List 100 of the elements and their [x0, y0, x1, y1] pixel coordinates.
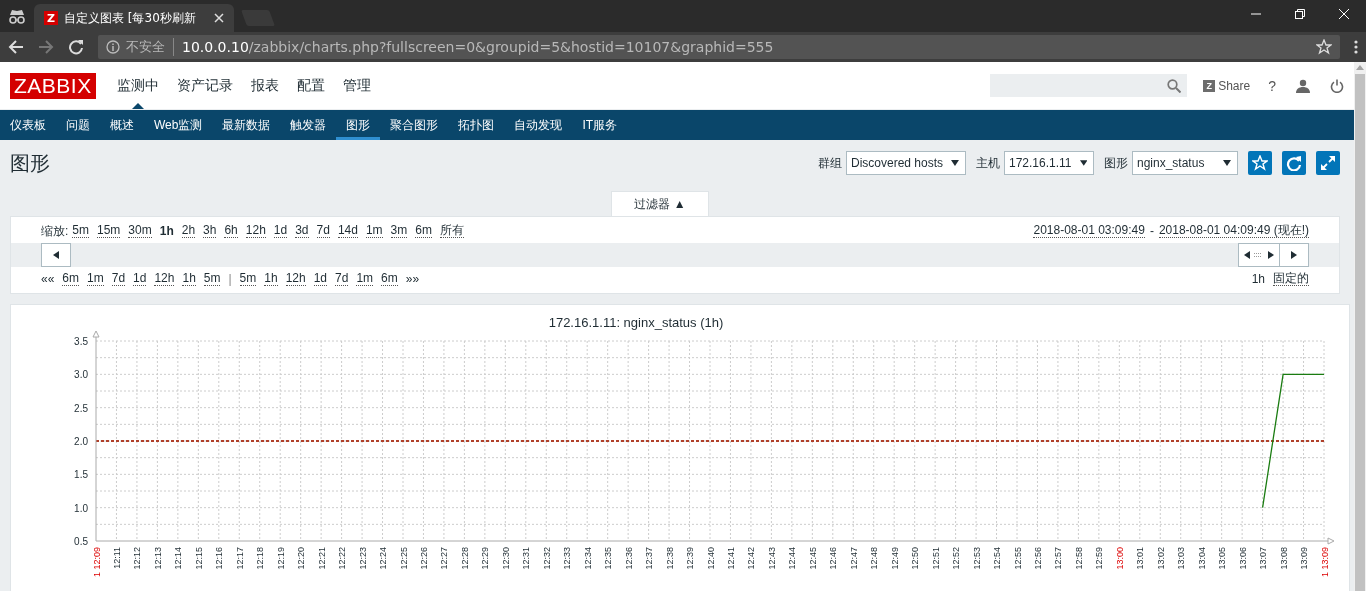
nav-tab[interactable]: 概述 [100, 110, 144, 140]
back-link[interactable]: 1d [133, 272, 147, 286]
x-tick-label: 12:56 [1033, 547, 1043, 570]
share-link[interactable]: Z Share [1203, 78, 1251, 93]
zoom-link[interactable]: 1m [365, 224, 383, 238]
forward-link[interactable]: 1d [313, 272, 328, 286]
fixed-link[interactable]: 固定的 [1273, 272, 1309, 286]
browser-tab[interactable]: Z 自定义图表 [每30秒刷新 [34, 4, 234, 32]
scroll-left-button[interactable] [41, 243, 71, 267]
zoom-link[interactable]: 1h [159, 224, 174, 238]
date-from-link[interactable]: 2018-08-01 03:09:49 [1033, 224, 1145, 238]
menu-item[interactable]: 资产记录 [167, 62, 242, 109]
favourite-icon [1252, 155, 1268, 171]
power-icon[interactable] [1330, 78, 1344, 93]
select-field[interactable]: 172.16.1.11 [1004, 151, 1094, 175]
x-tick-label: 12:28 [459, 547, 470, 570]
refresh-button[interactable] [1282, 151, 1306, 175]
back-link[interactable]: 1h [182, 272, 196, 286]
zoom-link[interactable]: 5m [72, 224, 89, 238]
user-icon[interactable] [1296, 78, 1310, 93]
zoom-link[interactable]: 2h [181, 224, 196, 238]
timeline-scrollbar[interactable] [11, 243, 1339, 267]
select-field[interactable]: Discovered hosts [846, 151, 966, 175]
nav-tab[interactable]: 聚合图形 [380, 110, 449, 140]
search-icon[interactable] [1167, 78, 1182, 93]
nav-tab[interactable]: 最新数据 [212, 110, 281, 140]
nav-tab[interactable]: Web监测 [144, 110, 213, 140]
nav-tab[interactable]: 自动发现 [504, 110, 573, 140]
zoom-link[interactable]: 3h [203, 224, 217, 238]
menu-item[interactable]: 配置 [287, 62, 334, 109]
forward-link[interactable]: 7d [335, 272, 349, 286]
filter-label: 主机 [976, 154, 1000, 172]
menu-item[interactable]: 管理 [333, 62, 380, 109]
forward-link[interactable]: 1h [264, 272, 278, 286]
x-tick-label: 12:37 [644, 547, 655, 570]
select-field[interactable]: nginx_status [1132, 151, 1238, 175]
forward-link[interactable]: 6m [381, 272, 398, 286]
nav-tab[interactable]: 触发器 [280, 110, 337, 140]
x-tick-label: 12:57 [1053, 547, 1064, 570]
x-tick-label: 12:25 [398, 547, 409, 570]
zoom-link[interactable]: 14d [337, 224, 358, 238]
y-tick-label: 1.0 [74, 502, 88, 514]
zoom-link[interactable]: 所有 [439, 224, 464, 238]
back-link[interactable]: 1m [87, 272, 104, 286]
menu-item[interactable]: 监测中 [107, 62, 168, 109]
scrollbar-thumb[interactable] [1355, 74, 1365, 591]
separator-label: | [228, 272, 232, 286]
range-separator: - [1149, 224, 1154, 238]
address-bar[interactable]: 不安全 10.0.0.10/zabbix/charts.php?fullscreen=0&groupid=5&hostid=10107&graphid=555 [98, 35, 1340, 59]
fullscreen-icon [1320, 155, 1336, 171]
zabbix-logo[interactable]: ZABBIX [10, 72, 96, 99]
forward-link[interactable]: 1m [356, 272, 374, 286]
forward-icon[interactable] [38, 39, 54, 55]
x-tick-label: 12:24 [378, 547, 388, 570]
filter-tab[interactable]: 过滤器 ▲ [611, 191, 709, 217]
nav-tab[interactable]: IT服务 [572, 110, 628, 140]
scroll-handle[interactable] [1238, 243, 1280, 267]
zoom-link[interactable]: 30m [128, 224, 152, 238]
zoom-link[interactable]: 12h [245, 224, 266, 238]
forward-link[interactable]: 12h [285, 272, 306, 286]
info-icon[interactable] [106, 40, 120, 54]
nav-tab[interactable]: 问题 [56, 110, 100, 140]
maximize-icon[interactable] [1295, 9, 1305, 19]
menu-item[interactable]: 报表 [241, 62, 288, 109]
x-tick-label: 12:48 [869, 547, 880, 570]
x-tick-label: 12:15 [193, 547, 204, 570]
y-tick-label: 3.0 [74, 369, 88, 381]
search-field[interactable] [990, 74, 1188, 97]
x-tick-label: 13:04 [1196, 547, 1207, 570]
back-link[interactable]: 7d [111, 272, 126, 286]
zoom-link[interactable]: 1d [273, 224, 288, 238]
zoom-link[interactable]: 3m [390, 224, 408, 238]
date-to-link[interactable]: 2018-08-01 04:09:49 (现在!) [1158, 224, 1309, 238]
nav-tab[interactable]: 图形 [336, 110, 381, 140]
zoom-link[interactable]: 7d [316, 224, 330, 238]
back-link[interactable]: 12h [154, 272, 175, 286]
forward-link[interactable]: 5m [239, 272, 257, 286]
back-link[interactable]: 6m [62, 272, 80, 286]
zoom-link[interactable]: 15m [97, 224, 121, 238]
close-icon[interactable] [214, 13, 224, 23]
nav-tab[interactable]: 仪表板 [0, 110, 56, 140]
x-tick-label: 12:18 [255, 547, 266, 570]
star-icon[interactable] [1316, 39, 1332, 55]
back-link[interactable]: 5m [203, 272, 221, 286]
x-tick-label: 12:13 [152, 547, 163, 570]
reload-icon[interactable] [68, 39, 84, 55]
favourite-button[interactable] [1248, 151, 1272, 175]
nav-tab[interactable]: 拓扑图 [448, 110, 505, 140]
x-tick-label: 13:03 [1176, 547, 1187, 570]
tab-title: 自定义图表 [每30秒刷新 [64, 9, 197, 27]
scroll-right-button[interactable] [1279, 243, 1309, 267]
fullscreen-button[interactable] [1316, 151, 1340, 175]
help-link[interactable]: ? [1268, 77, 1276, 94]
chart-title: 172.16.1.11: nginx_status (1h) [548, 315, 724, 330]
zoom-link[interactable]: 3d [295, 224, 309, 238]
zoom-link[interactable]: 6h [224, 224, 238, 238]
back-icon[interactable] [8, 39, 24, 55]
menu-icon[interactable] [1354, 39, 1358, 55]
zoom-link[interactable]: 6m [415, 224, 432, 238]
x-tick-label: 12:16 [214, 547, 225, 570]
